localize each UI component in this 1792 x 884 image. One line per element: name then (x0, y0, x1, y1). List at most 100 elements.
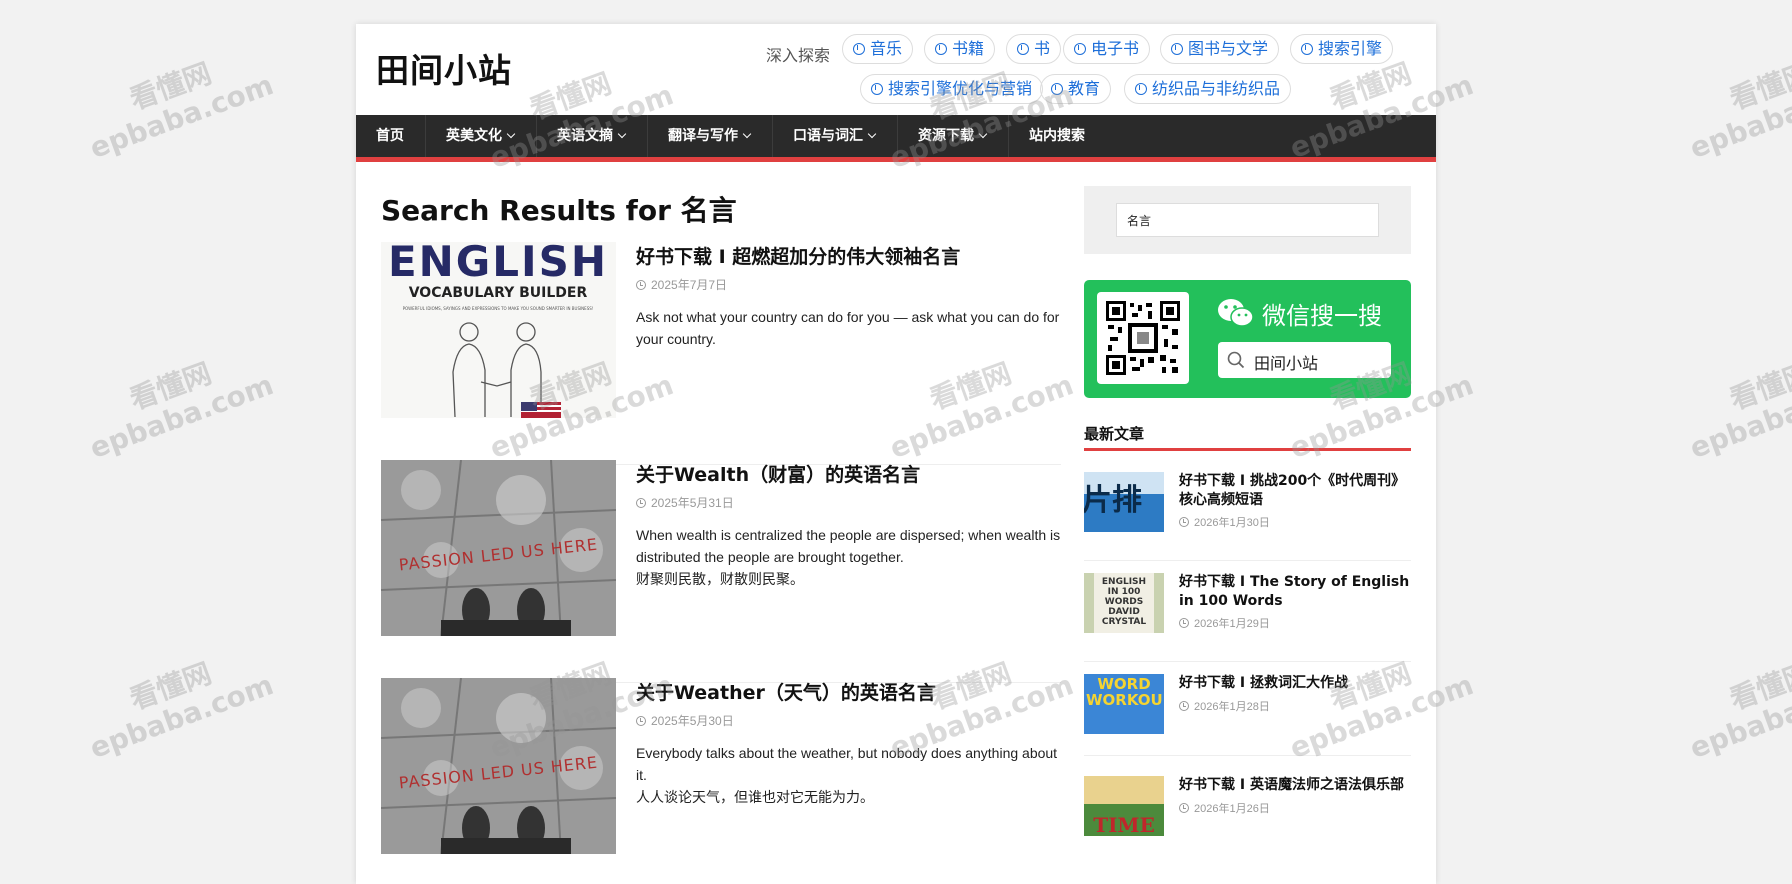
latest-title[interactable]: 好书下载 I The Story of English in 100 Words (1179, 573, 1411, 611)
excerpt-line: 人人谈论天气，但谁也对它无能为力。 (636, 789, 874, 805)
tag-education[interactable]: 教育 (1040, 74, 1112, 104)
tag-literature[interactable]: 图书与文学 (1160, 34, 1280, 64)
divider (1084, 755, 1411, 756)
latest-title[interactable]: 好书下载 I 挑战200个《时代周刊》核心高频短语 (1179, 472, 1411, 510)
clock-icon (636, 716, 646, 726)
post-date-text: 2025年5月31日 (651, 496, 734, 510)
wechat-title: 微信搜一搜 (1262, 302, 1382, 330)
latest-thumbnail[interactable]: TIME (1084, 776, 1164, 836)
post-title[interactable]: 关于Wealth（财富）的英语名言 (636, 460, 1066, 487)
clock-icon (636, 498, 646, 508)
nav-downloads[interactable]: 资源下载 (898, 115, 1009, 157)
latest-thumbnail[interactable]: 片排 (1084, 472, 1164, 532)
tag-label: 图书与文学 (1188, 39, 1269, 58)
tag-seo[interactable]: 搜索引擎优化与营销 (860, 74, 1044, 104)
latest-thumbnail[interactable]: WORD WORKOUT (1084, 674, 1164, 734)
nav-digest[interactable]: 英语文摘 (537, 115, 648, 157)
excerpt-line: 财聚则民散，财散则民聚。 (636, 571, 804, 587)
excerpt-line: Ask not what your country can do for you… (636, 309, 1060, 347)
nav-culture[interactable]: 英美文化 (426, 115, 537, 157)
sidebar-search (1084, 186, 1411, 254)
latest-title[interactable]: 好书下载 I 拯救词汇大作战 (1179, 674, 1411, 693)
post-item: ENGLISH VOCABULARY BUILDER POWERFUL IDIO… (381, 242, 1061, 465)
clock-icon (1179, 701, 1189, 711)
tag-icon (1135, 83, 1147, 95)
tag-label: 书籍 (952, 39, 985, 58)
tag-icon (871, 83, 883, 95)
tag-search-engine[interactable]: 搜索引擎 (1290, 34, 1394, 64)
wechat-icon (1218, 299, 1254, 327)
tag-icon (1074, 43, 1086, 55)
clock-icon (1179, 803, 1189, 813)
watermark: 看懂网 epbaba.com (1685, 356, 1792, 466)
nav-site-search[interactable]: 站内搜索 (1009, 115, 1109, 157)
post-date: 2025年5月31日 (636, 494, 734, 511)
divider (1084, 661, 1411, 662)
thumb-text: ENGLISH IN 100 WORDS DAVID CRYSTAL (1101, 577, 1147, 627)
thumb-text: VOCABULARY BUILDER (409, 285, 588, 301)
nav-label: 英美文化 (446, 128, 502, 144)
wechat-search-field: 田间小站 (1218, 342, 1391, 378)
nav-label: 英语文摘 (557, 128, 613, 144)
tag-book[interactable]: 书 (1006, 34, 1062, 64)
main-nav: 首页 英美文化 英语文摘 翻译与写作 口语与词汇 资源下载 站内搜索 (356, 115, 1436, 162)
latest-date-text: 2026年1月29日 (1194, 618, 1270, 630)
latest-date: 2026年1月30日 (1179, 514, 1270, 530)
thumb-text: POWERFUL IDIOMS, SAYINGS AND EXPRESSIONS… (403, 306, 594, 311)
tag-icon (1171, 43, 1183, 55)
nav-label: 首页 (376, 128, 404, 144)
nav-speaking[interactable]: 口语与词汇 (773, 115, 898, 157)
thumb-text: TIME (1093, 813, 1155, 836)
chevron-down-icon (867, 129, 877, 139)
tag-label: 搜索引擎优化与营销 (888, 79, 1033, 98)
latest-title[interactable]: 好书下载 I 英语魔法师之语法俱乐部 (1179, 776, 1411, 795)
chevron-down-icon (742, 129, 752, 139)
post-thumbnail[interactable]: PASSION LED US HERE (381, 678, 616, 854)
post-excerpt: When wealth is centralized the people ar… (636, 524, 1061, 590)
tag-ebook[interactable]: 电子书 (1063, 34, 1151, 64)
tag-icon (1301, 43, 1313, 55)
post-title[interactable]: 关于Weather（天气）的英语名言 (636, 678, 1066, 705)
clock-icon (1179, 517, 1189, 527)
watermark: 看懂网 epbaba.com (85, 656, 278, 766)
tag-music[interactable]: 音乐 (842, 34, 914, 64)
latest-date-text: 2026年1月26日 (1194, 803, 1270, 815)
qr-code (1097, 292, 1189, 384)
post-date: 2025年7月7日 (636, 276, 727, 293)
search-results-title: Search Results for 名言 (381, 194, 737, 227)
watermark: 看懂网 epbaba.com (1685, 56, 1792, 166)
wechat-search-text: 田间小站 (1254, 354, 1319, 373)
tag-textiles[interactable]: 纺织品与非纺织品 (1124, 74, 1292, 104)
excerpt-line: When wealth is centralized the people ar… (636, 527, 1061, 565)
search-input[interactable] (1116, 203, 1379, 237)
tag-icon (1017, 43, 1029, 55)
tag-label: 搜索引擎 (1318, 39, 1383, 58)
post-thumbnail[interactable]: ENGLISH VOCABULARY BUILDER POWERFUL IDIO… (381, 242, 616, 418)
tag-books[interactable]: 书籍 (924, 34, 996, 64)
clock-icon (636, 280, 646, 290)
post-date-text: 2025年7月7日 (651, 278, 728, 292)
tag-label: 教育 (1068, 79, 1101, 98)
latest-date: 2026年1月28日 (1179, 698, 1270, 714)
latest-date-text: 2026年1月30日 (1194, 517, 1270, 529)
nav-label: 站内搜索 (1029, 128, 1085, 144)
thumb-text: ENGLISH (388, 242, 608, 286)
clock-icon (1179, 618, 1189, 628)
watermark: 看懂网 epbaba.com (85, 56, 278, 166)
wechat-search-banner[interactable]: 微信搜一搜 田间小站 (1084, 280, 1411, 398)
post-thumbnail[interactable]: PASSION LED US HERE (381, 460, 616, 636)
site-title[interactable]: 田间小站 (376, 44, 512, 92)
qr-code-icon (1106, 301, 1180, 375)
post-title[interactable]: 好书下载 I 超燃超加分的伟大领袖名言 (636, 242, 1066, 269)
post-item: PASSION LED US HERE 关于Weather（天气）的英语名言 2… (381, 678, 1061, 878)
explore-label: 深入探索 (766, 46, 831, 65)
chevron-down-icon (617, 129, 627, 139)
page-container: 田间小站 深入探索 音乐 书籍 书 电子书 图书与文学 搜索引擎 搜索引擎优化与… (356, 24, 1436, 884)
nav-translation[interactable]: 翻译与写作 (648, 115, 773, 157)
post-item: PASSION LED US HERE 关于Wealth（财富）的英语名言 20… (381, 460, 1061, 683)
latest-thumbnail[interactable]: ENGLISH IN 100 WORDS DAVID CRYSTAL (1084, 573, 1164, 633)
nav-label: 资源下载 (918, 128, 974, 144)
watermark: 看懂网 epbaba.com (1685, 656, 1792, 766)
nav-home[interactable]: 首页 (356, 115, 426, 157)
excerpt-line: Everybody talks about the weather, but n… (636, 745, 1058, 783)
